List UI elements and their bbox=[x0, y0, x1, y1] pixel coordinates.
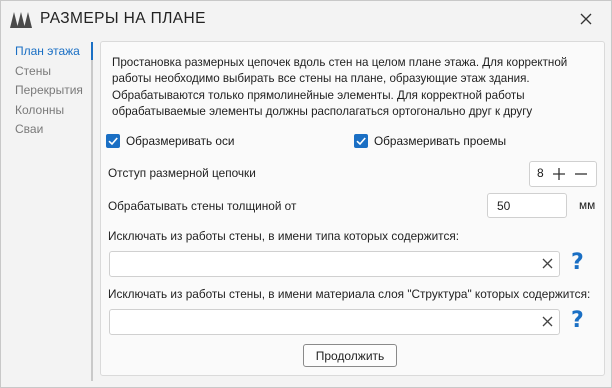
offset-value[interactable]: 8 bbox=[537, 166, 544, 180]
thickness-input[interactable] bbox=[487, 193, 567, 218]
sidebar-item-walls[interactable]: Стены bbox=[7, 61, 91, 81]
floor-plan-panel: Простановка размерных цепочек вдоль стен… bbox=[100, 41, 605, 376]
check-icon bbox=[108, 137, 118, 146]
thickness-unit: мм bbox=[579, 198, 596, 212]
app-logo-icon bbox=[10, 12, 32, 28]
check-icon bbox=[356, 137, 366, 146]
help-icon[interactable]: ? bbox=[571, 310, 584, 332]
active-indicator bbox=[91, 42, 93, 60]
description: Простановка размерных цепочек вдоль стен… bbox=[112, 55, 602, 120]
offset-label: Отступ размерной цепочки bbox=[108, 166, 256, 180]
sidebar-item-piles[interactable]: Сваи bbox=[7, 119, 91, 139]
continue-button[interactable]: Продолжить bbox=[303, 344, 397, 367]
thickness-label: Обрабатывать стены толщиной от bbox=[108, 199, 297, 213]
sidebar-item-slabs[interactable]: Перекрытия bbox=[7, 80, 91, 100]
exclude-type-label: Исключать из работы стены, в имени типа … bbox=[108, 229, 460, 243]
sidebar-divider bbox=[91, 42, 93, 381]
title-bar: РАЗМЕРЫ НА ПЛАНЕ bbox=[1, 1, 611, 37]
close-icon[interactable] bbox=[577, 10, 595, 28]
exclude-type-input[interactable] bbox=[110, 252, 535, 274]
offset-stepper[interactable]: 8 bbox=[529, 161, 597, 187]
dialog-window: РАЗМЕРЫ НА ПЛАНЕ План этажа Стены Перекр… bbox=[0, 0, 612, 388]
sidebar-item-floor-plan[interactable]: План этажа bbox=[7, 41, 91, 61]
dimension-openings-checkbox[interactable]: Образмеривать проемы bbox=[354, 134, 506, 148]
sidebar-nav: План этажа Стены Перекрытия Колонны Сваи bbox=[7, 41, 91, 139]
checkbox-box[interactable] bbox=[354, 134, 368, 148]
exclude-material-label: Исключать из работы стены, в имени матер… bbox=[108, 287, 591, 301]
exclude-material-input[interactable] bbox=[110, 310, 535, 332]
exclude-type-field[interactable] bbox=[109, 251, 560, 277]
description-line: Обрабатываются только прямолинейные элем… bbox=[112, 88, 525, 102]
exclude-material-field[interactable] bbox=[109, 309, 560, 335]
sidebar-item-columns[interactable]: Колонны bbox=[7, 100, 91, 120]
description-line: работы необходимо выбирать все стены на … bbox=[112, 72, 530, 86]
description-line: обрабатываемые элементы должны располага… bbox=[112, 104, 533, 118]
dimension-axes-checkbox[interactable]: Образмеривать оси bbox=[106, 134, 234, 148]
window-title: РАЗМЕРЫ НА ПЛАНЕ bbox=[40, 10, 206, 27]
checkbox-label: Образмеривать оси bbox=[126, 134, 235, 148]
clear-icon[interactable] bbox=[541, 257, 554, 270]
checkbox-label: Образмеривать проемы bbox=[374, 134, 507, 148]
help-icon[interactable]: ? bbox=[571, 252, 584, 274]
description-line: Простановка размерных цепочек вдоль стен… bbox=[112, 56, 568, 69]
clear-icon[interactable] bbox=[541, 315, 554, 328]
plus-icon[interactable] bbox=[552, 167, 566, 181]
checkbox-box[interactable] bbox=[106, 134, 120, 148]
minus-icon[interactable] bbox=[574, 167, 588, 181]
